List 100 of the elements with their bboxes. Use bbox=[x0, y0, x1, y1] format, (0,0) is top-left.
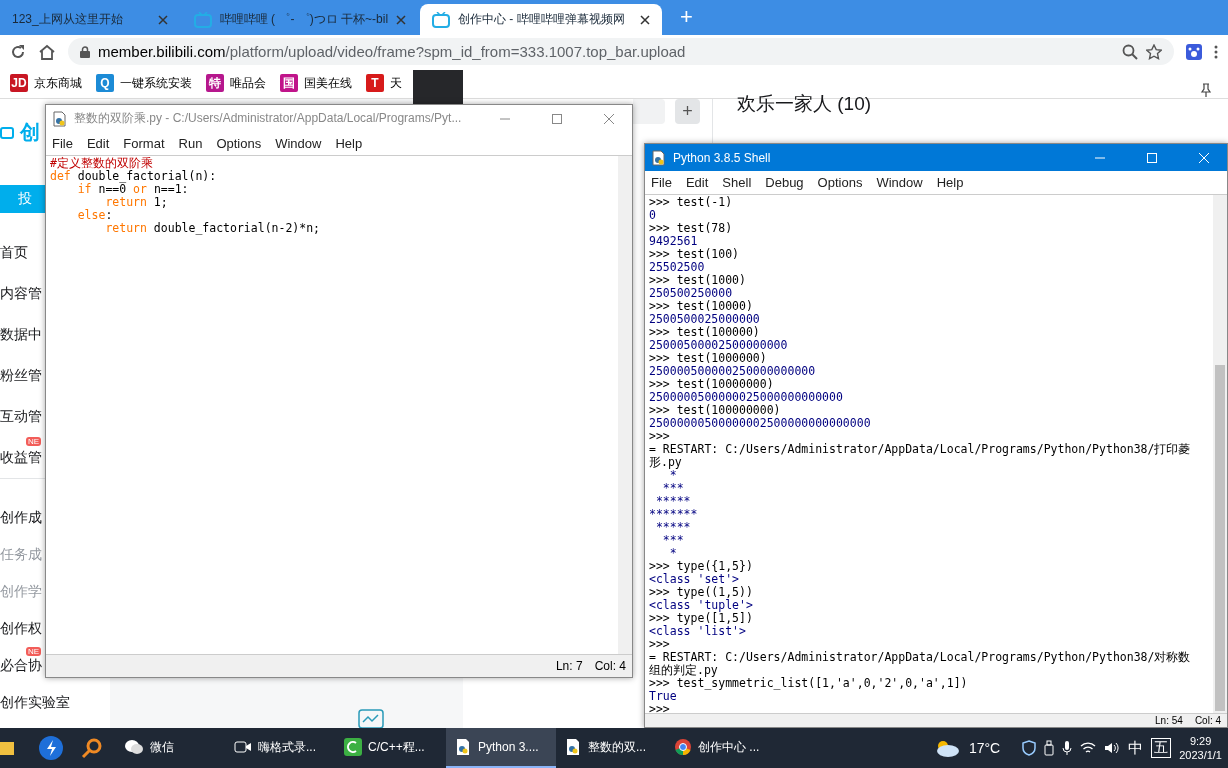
more-icon[interactable] bbox=[1214, 43, 1218, 60]
sidebar-item[interactable]: 互动管 bbox=[0, 407, 42, 426]
home-icon[interactable] bbox=[38, 43, 56, 60]
menu-item[interactable]: Shell bbox=[722, 175, 752, 190]
maximize-icon[interactable] bbox=[551, 112, 563, 125]
menu-item[interactable]: Help bbox=[936, 175, 964, 190]
lock-icon bbox=[80, 45, 90, 58]
menu-item[interactable]: Edit bbox=[86, 136, 110, 151]
status-text: Col: 4 bbox=[1194, 715, 1221, 726]
usb-drive-icon[interactable] bbox=[1044, 740, 1055, 756]
shell-line: 25000500002500000000 bbox=[649, 339, 788, 352]
browser-icon bbox=[674, 738, 692, 756]
dark-panel bbox=[413, 70, 463, 104]
menu-item[interactable]: Run bbox=[178, 136, 203, 151]
zoom-icon[interactable] bbox=[1122, 43, 1138, 60]
input-language[interactable]: 中 bbox=[1128, 738, 1144, 758]
menu-item[interactable]: Window bbox=[275, 136, 322, 151]
sidebar-item[interactable]: 首页 bbox=[0, 243, 28, 262]
tab-title: 哔哩哔哩 ( ゜- ゜)つロ 干杯~-bil bbox=[219, 11, 389, 28]
search-icon[interactable] bbox=[80, 736, 104, 760]
taskbar-button[interactable]: 微信 bbox=[116, 728, 226, 768]
menu-item[interactable]: File bbox=[651, 175, 672, 190]
url-text: member.bilibili.com/platform/upload/video/frame?spm_id_from=333.1007.top_bar.upload bbox=[98, 43, 686, 60]
sidebar-item[interactable]: 内容管 bbox=[0, 284, 42, 303]
python-file-icon bbox=[651, 149, 667, 166]
taskbar-button[interactable]: 嗨格式录... bbox=[226, 728, 336, 768]
tab-title: 创作中心 - 哔哩哔哩弹幕视频网 bbox=[458, 11, 626, 28]
shell-line: >>> test(10000000) bbox=[649, 378, 774, 391]
pin-icon[interactable] bbox=[1200, 83, 1212, 97]
shell-line: 2500000500000025000000000000 bbox=[649, 391, 843, 404]
close-icon[interactable] bbox=[640, 14, 650, 25]
shell-line: >>> test(1000000) bbox=[649, 352, 767, 365]
clock-time[interactable]: 9:29 bbox=[1189, 734, 1212, 748]
microphone-icon[interactable] bbox=[1062, 740, 1073, 756]
shell-line: >>> type((1,5)) bbox=[649, 586, 753, 599]
code-line: #定义整数的双阶乘 bbox=[50, 157, 153, 170]
add-button[interactable]: + bbox=[675, 99, 700, 124]
menu-item[interactable]: Options bbox=[216, 136, 262, 151]
code-editor[interactable]: #定义整数的双阶乘 def double_factorial(n): if n==0 or n==1: return 1; else: return double_factorial(n-2)*n; bbox=[46, 156, 618, 654]
sidebar-item[interactable]: 粉丝管 bbox=[0, 366, 42, 385]
menu-item[interactable]: File bbox=[52, 136, 73, 151]
menu-item[interactable]: Help bbox=[335, 136, 363, 151]
address-bar[interactable]: member.bilibili.com/platform/upload/video/frame?spm_id_from=333.1007.top_bar.upload bbox=[68, 38, 1174, 65]
menu-item[interactable]: Debug bbox=[765, 175, 804, 190]
python-file-icon bbox=[454, 738, 472, 756]
python-file-icon bbox=[52, 110, 68, 127]
sidebar-item[interactable]: 收益管 bbox=[0, 448, 42, 467]
menu-item[interactable]: Window bbox=[876, 175, 923, 190]
python-file-icon bbox=[564, 738, 582, 756]
shell-line: >>> test_symmetric_list([1,'a',0,'2',0,'a',1]) bbox=[649, 677, 968, 690]
clock-date[interactable]: 2023/1/1 bbox=[1179, 748, 1222, 762]
browser-tab[interactable]: 创作中心 - 哔哩哔哩弹幕视频网 bbox=[420, 4, 662, 35]
code-line: def double_factorial(n): bbox=[50, 170, 217, 183]
input-mode[interactable]: 五 bbox=[1151, 738, 1172, 758]
shell-line: >>> type([1,5]) bbox=[649, 612, 753, 625]
shell-line: 0 bbox=[649, 209, 656, 222]
shell-line: 25502500 bbox=[649, 261, 705, 274]
shell-line: 250000500000250000000000 bbox=[649, 365, 816, 378]
bookmark[interactable]: Q 一键系统安装 bbox=[96, 74, 192, 92]
sidebar-item[interactable]: 必合协 bbox=[0, 656, 42, 675]
paw-icon[interactable] bbox=[1186, 43, 1202, 60]
shell-line: 9492561 bbox=[649, 235, 698, 248]
taskbar-button[interactable]: Python 3.... bbox=[446, 728, 556, 768]
speaker-icon[interactable] bbox=[1104, 741, 1121, 755]
shell-line: 250500250000 bbox=[649, 287, 733, 300]
bookmark[interactable]: 国 国美在线 bbox=[280, 74, 352, 92]
new-badge: NE bbox=[26, 647, 42, 656]
shell-line: * *** ***** ******* ***** *** * bbox=[649, 469, 698, 560]
shell-line: >>> test(78) bbox=[649, 222, 733, 235]
window-title: Python 3.8.5 Shell bbox=[673, 150, 772, 165]
browser-tab[interactable]: 123_上网从这里开始 bbox=[0, 4, 180, 35]
sidebar-item[interactable]: 创作实验室 bbox=[0, 693, 70, 712]
shell-line: >>> test(10000) bbox=[649, 300, 753, 313]
shell-line: >>> bbox=[649, 430, 670, 443]
menu-item[interactable]: Edit bbox=[685, 175, 709, 190]
shell-line: >>> test(-1) bbox=[649, 196, 733, 209]
menu-item[interactable]: Options bbox=[817, 175, 863, 190]
browser-tab[interactable]: 哔哩哔哩 ( ゜- ゜)つロ 干杯~-bil bbox=[182, 4, 418, 35]
search-field[interactable] bbox=[633, 99, 665, 124]
shell-line: >>> bbox=[649, 638, 670, 651]
chart-icon[interactable] bbox=[358, 709, 384, 729]
menu-item[interactable]: Format bbox=[123, 136, 165, 151]
wifi-icon[interactable] bbox=[1080, 741, 1097, 755]
shell-line: <class 'set'> bbox=[649, 573, 739, 586]
star-icon[interactable] bbox=[1146, 43, 1162, 60]
scrollbar[interactable] bbox=[1213, 195, 1227, 713]
bookmark[interactable]: 特 唯品会 bbox=[206, 74, 266, 92]
camera-icon bbox=[234, 740, 252, 754]
bookmark[interactable]: JD 京东商城 bbox=[10, 74, 82, 92]
taskbar-button[interactable]: 整数的双... bbox=[556, 728, 666, 768]
reload-icon[interactable] bbox=[10, 43, 26, 60]
taskbar-button[interactable]: C/C++程... bbox=[336, 728, 446, 768]
code-line: return double_factorial(n-2)*n; bbox=[104, 222, 321, 235]
shield-icon[interactable] bbox=[1022, 740, 1037, 756]
scrollbar[interactable] bbox=[618, 156, 632, 654]
sidebar-item[interactable]: 创作成 bbox=[0, 508, 42, 527]
taskbar-button[interactable]: 创作中心 ... bbox=[666, 728, 776, 768]
sidebar-item[interactable]: 创作权 bbox=[0, 619, 42, 638]
sidebar-item[interactable]: 数据中 bbox=[0, 325, 42, 344]
code-line: if n==0 or n==1: bbox=[76, 183, 189, 196]
